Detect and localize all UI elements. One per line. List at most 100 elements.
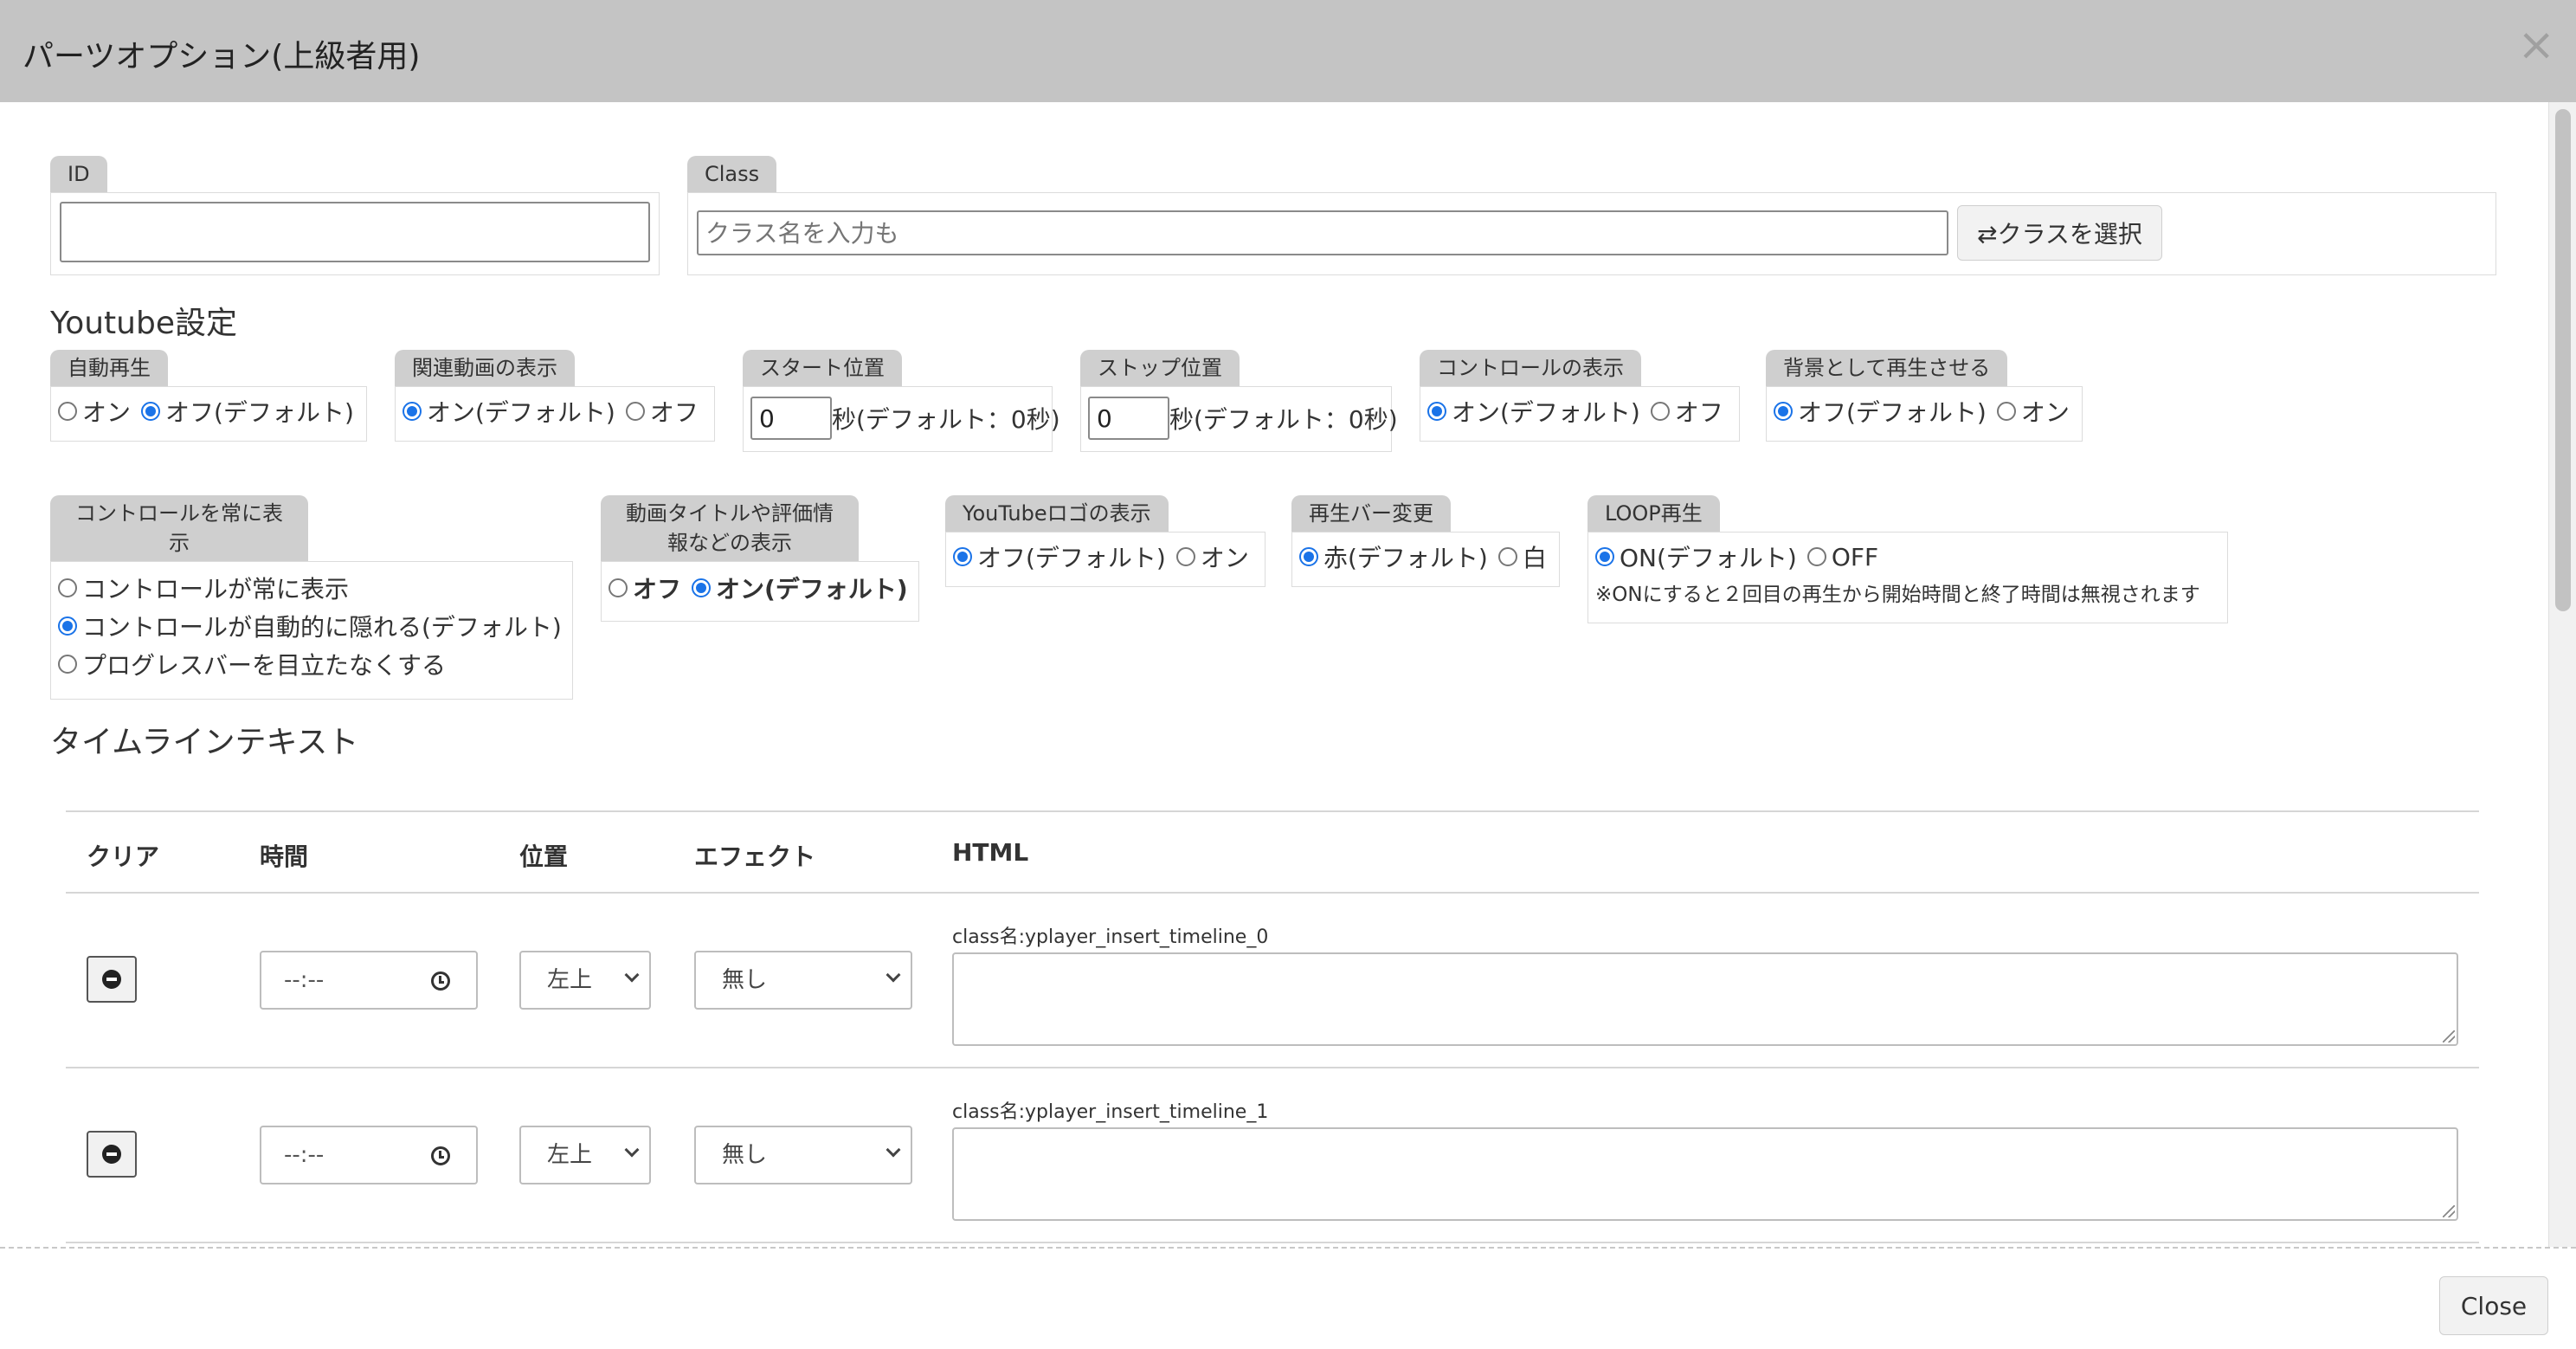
subtle-progress-label: プログレスバーを目立たなくする: [82, 651, 447, 680]
loop-label: LOOP再生: [1587, 495, 1720, 532]
class-input[interactable]: [697, 210, 1948, 255]
stop-box: 秒(デフォルト：0秒): [1080, 386, 1398, 452]
background-on-label: オン: [2020, 398, 2070, 427]
effect-select[interactable]: 無し: [694, 951, 912, 1010]
related-group: 関連動画の表示 オン(デフォルト) オフ: [395, 350, 715, 442]
title-info-label: 動画タイトルや評価情 報などの表示: [601, 495, 859, 561]
class-box: ⇄クラスを選択: [687, 192, 2496, 275]
clock-icon[interactable]: [431, 1146, 450, 1165]
resize-handle-icon[interactable]: [2443, 1030, 2455, 1042]
close-icon[interactable]: ×: [2517, 23, 2555, 68]
class-label: Class: [687, 156, 777, 192]
html-textarea[interactable]: [952, 1127, 2458, 1221]
close-button[interactable]: Close: [2439, 1276, 2548, 1335]
always-controls-label-line2: 示: [169, 531, 190, 555]
stop-suffix: 秒(デフォルト：0秒): [1169, 405, 1398, 434]
class-name-label: class名:yplayer_insert_timeline_0: [952, 926, 1269, 948]
autoplay-label: 自動再生: [50, 350, 168, 386]
class-group: Class ⇄クラスを選択: [687, 156, 2496, 275]
clear-button[interactable]: [87, 1131, 137, 1178]
controls-group: コントロールの表示 オン(デフォルト) オフ: [1420, 350, 1740, 442]
youtube-section-title: Youtube設定: [50, 306, 237, 341]
time-input[interactable]: --:--: [260, 1126, 478, 1184]
clear-button[interactable]: [87, 956, 137, 1003]
modal-footer: Close: [0, 1247, 2576, 1349]
minus-circle-icon: [102, 1145, 121, 1164]
bar-white-radio[interactable]: [1497, 547, 1517, 566]
loop-on-radio[interactable]: [1595, 547, 1614, 566]
time-value: --:--: [284, 967, 325, 993]
bar-white-label: 白: [1522, 544, 1547, 572]
stop-input[interactable]: [1088, 397, 1169, 440]
controls-on-radio[interactable]: [1427, 402, 1446, 421]
related-box: オン(デフォルト) オフ: [395, 386, 715, 442]
bar-color-group: 再生バー変更 赤(デフォルト) 白: [1291, 495, 1560, 587]
position-value: 左上: [547, 1142, 593, 1168]
autoplay-off-radio[interactable]: [141, 402, 161, 421]
title-info-on-radio[interactable]: [692, 578, 712, 597]
modal-header: パーツオプション(上級者用) ×: [0, 0, 2576, 102]
subtle-progress-radio[interactable]: [58, 655, 77, 674]
autoplay-group: 自動再生 オン オフ(デフォルト): [50, 350, 367, 442]
auto-hide-radio[interactable]: [58, 616, 77, 636]
id-input[interactable]: [60, 202, 650, 262]
table-row: --:-- 左上 無し class名:yplayer_insert_timeli…: [66, 894, 2479, 1068]
related-off-radio[interactable]: [625, 402, 645, 421]
title-info-on-label: オン(デフォルト): [716, 575, 908, 604]
effect-value: 無し: [722, 1142, 768, 1168]
always-controls-box: コントロールが常に表示 コントロールが自動的に隠れる(デフォルト) プログレスバ…: [50, 561, 573, 700]
time-input[interactable]: --:--: [260, 951, 478, 1010]
start-group: スタート位置 秒(デフォルト：0秒): [743, 350, 1060, 452]
chevron-down-icon: [624, 967, 640, 983]
autoplay-on-radio[interactable]: [58, 402, 77, 421]
logo-off-radio[interactable]: [953, 547, 972, 566]
html-textarea[interactable]: [952, 952, 2458, 1046]
loop-on-label: ON(デフォルト): [1620, 544, 1797, 572]
controls-off-radio[interactable]: [1650, 402, 1670, 421]
logo-box: オフ(デフォルト) オン: [945, 532, 1265, 587]
start-input[interactable]: [750, 397, 832, 440]
always-show-radio[interactable]: [58, 578, 77, 597]
background-group: 背景として再生させる オフ(デフォルト) オン: [1766, 350, 2083, 442]
header-clear: クリア: [87, 842, 160, 871]
loop-off-radio[interactable]: [1806, 547, 1826, 566]
related-off-label: オフ: [649, 398, 699, 427]
controls-off-label: オフ: [1674, 398, 1723, 427]
timeline-table: クリア 時間 位置 エフェクト HTML --:-- 左上 無し class名:…: [66, 810, 2479, 1243]
resize-handle-icon[interactable]: [2443, 1205, 2455, 1217]
modal-title: パーツオプション(上級者用): [23, 39, 421, 74]
title-info-box: オフ オン(デフォルト): [601, 561, 919, 622]
controls-on-label: オン(デフォルト): [1452, 398, 1640, 427]
background-on-radio[interactable]: [1996, 402, 2016, 421]
auto-hide-label: コントロールが自動的に隠れる(デフォルト): [82, 613, 562, 642]
loop-group: LOOP再生 ON(デフォルト) OFF ※ONにすると２回目の再生から開始時間…: [1587, 495, 2228, 625]
logo-on-radio[interactable]: [1175, 547, 1195, 566]
always-controls-group: コントロールを常に表 示 コントロールが常に表示 コントロールが自動的に隠れる(…: [50, 495, 573, 703]
vertical-scrollbar[interactable]: [2548, 102, 2576, 1247]
background-box: オフ(デフォルト) オン: [1766, 386, 2083, 442]
background-off-label: オフ(デフォルト): [1798, 398, 1987, 427]
autoplay-off-label: オフ(デフォルト): [165, 398, 354, 427]
clock-icon[interactable]: [431, 971, 450, 991]
scrollbar-thumb[interactable]: [2555, 109, 2571, 611]
id-label: ID: [50, 156, 107, 192]
position-value: 左上: [547, 967, 593, 993]
bar-red-radio[interactable]: [1299, 547, 1318, 566]
controls-label: コントロールの表示: [1420, 350, 1641, 386]
header-html: HTML: [952, 838, 1029, 867]
title-info-off-radio[interactable]: [609, 578, 628, 597]
position-select[interactable]: 左上: [519, 951, 651, 1010]
id-group: ID: [50, 156, 660, 275]
chevron-down-icon: [886, 967, 901, 983]
related-on-radio[interactable]: [402, 402, 422, 421]
related-label: 関連動画の表示: [395, 350, 575, 386]
related-on-label: オン(デフォルト): [427, 398, 615, 427]
position-select[interactable]: 左上: [519, 1126, 651, 1184]
logo-group: YouTubeロゴの表示 オフ(デフォルト) オン: [945, 495, 1265, 587]
background-off-radio[interactable]: [1774, 402, 1793, 421]
autoplay-box: オン オフ(デフォルト): [50, 386, 367, 442]
timeline-header: クリア 時間 位置 エフェクト HTML: [66, 810, 2479, 894]
loop-off-label: OFF: [1831, 542, 1879, 571]
effect-select[interactable]: 無し: [694, 1126, 912, 1184]
select-class-button[interactable]: ⇄クラスを選択: [1957, 205, 2162, 261]
